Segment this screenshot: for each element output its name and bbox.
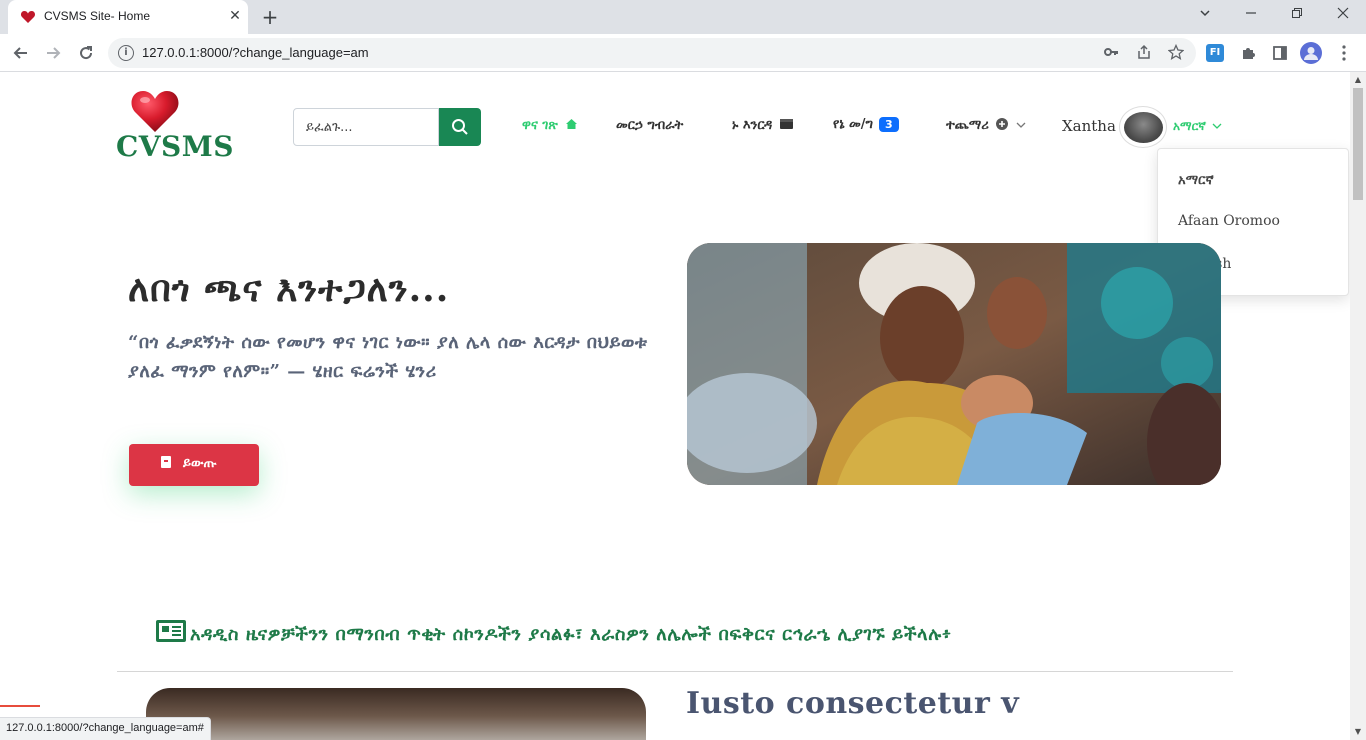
address-bar[interactable]: i 127.0.0.1:8000/?change_language=am bbox=[108, 38, 1196, 68]
key-icon[interactable] bbox=[1102, 44, 1120, 62]
home-icon bbox=[566, 119, 578, 129]
logo-text[interactable]: CVSMS bbox=[116, 130, 234, 163]
profile-icon[interactable] bbox=[1300, 42, 1322, 64]
heart-favicon-icon bbox=[20, 11, 36, 23]
language-option-amharic[interactable]: አማርኛ bbox=[1178, 173, 1214, 188]
page-scrollbar[interactable]: ▲ ▼ bbox=[1350, 72, 1366, 740]
hero-image bbox=[687, 243, 1221, 485]
messages-count-badge: 3 bbox=[879, 117, 899, 132]
browser-toolbar: i 127.0.0.1:8000/?change_language=am FI bbox=[0, 34, 1366, 72]
nav-add-label: ተጨማሪ bbox=[946, 118, 989, 133]
tab-close-icon[interactable]: ✕ bbox=[226, 7, 244, 25]
browser-tabstrip: CVSMS Site- Home ✕ + bbox=[0, 0, 1366, 34]
nav-messages[interactable]: የኔ መ/ግ 3 bbox=[833, 117, 899, 132]
nav-help-label: ኑ እንርዳ bbox=[732, 118, 773, 133]
tab-search-icon[interactable] bbox=[1182, 0, 1228, 30]
avatar[interactable] bbox=[1119, 106, 1167, 148]
star-icon[interactable] bbox=[1167, 43, 1185, 62]
chevron-down-icon bbox=[1212, 123, 1222, 129]
search-field[interactable] bbox=[293, 108, 439, 146]
search-button[interactable] bbox=[439, 108, 481, 146]
nav-add-dropdown[interactable]: ተጨማሪ bbox=[946, 118, 1026, 133]
site-info-icon[interactable]: i bbox=[118, 45, 134, 61]
sidepanel-icon[interactable] bbox=[1269, 42, 1291, 64]
new-tab-button[interactable]: + bbox=[258, 5, 282, 29]
hero-quote: “በጎ ፈቃደኝነት ሰው የመሆን ዋና ነገር ነው። ያለ ሌላ ሰው እ… bbox=[128, 332, 648, 382]
nav-services-label: መርኃ ግብራት bbox=[616, 118, 684, 133]
scroll-thumb[interactable] bbox=[1353, 88, 1363, 200]
news-card-title[interactable]: Iusto consectetur v bbox=[686, 686, 1019, 721]
scroll-down-icon[interactable]: ▼ bbox=[1350, 724, 1366, 740]
address-url[interactable]: 127.0.0.1:8000/?change_language=am bbox=[142, 45, 369, 60]
tab-title: CVSMS Site- Home bbox=[44, 9, 151, 23]
heart-logo-icon[interactable] bbox=[130, 88, 180, 134]
reload-icon[interactable] bbox=[73, 40, 99, 66]
browser-tab[interactable]: CVSMS Site- Home ✕ bbox=[8, 0, 248, 34]
nav-home[interactable]: ዋና ገጽ bbox=[522, 118, 578, 133]
search-icon bbox=[452, 119, 468, 135]
status-bar-url: 127.0.0.1:8000/?change_language=am# bbox=[0, 717, 211, 740]
share-icon[interactable] bbox=[1135, 44, 1153, 62]
exit-button[interactable]: ይውጡ bbox=[129, 444, 259, 486]
extension-icon[interactable]: FI bbox=[1204, 42, 1226, 64]
back-icon[interactable] bbox=[8, 40, 34, 66]
minimize-icon[interactable] bbox=[1228, 0, 1274, 30]
scroll-up-icon[interactable]: ▲ bbox=[1350, 72, 1366, 88]
exit-button-label: ይውጡ bbox=[183, 456, 217, 471]
news-headline-text: አዳዲስ ዜናዎቻችንን በማንበብ ጥቂት ሰኮንዶችን ያሳልፉ፣ እራስዎ… bbox=[190, 624, 952, 645]
news-card-image[interactable] bbox=[146, 688, 646, 740]
forward-icon[interactable] bbox=[40, 40, 66, 66]
nav-home-label: ዋና ገጽ bbox=[522, 118, 558, 133]
puzzle-icon[interactable] bbox=[1237, 42, 1259, 64]
restore-icon[interactable] bbox=[1274, 0, 1320, 30]
avatar-image bbox=[1124, 112, 1163, 143]
newspaper-icon bbox=[156, 620, 186, 642]
nav-messages-label: የኔ መ/ግ bbox=[833, 117, 874, 132]
section-divider bbox=[117, 671, 1233, 672]
hero-title: ለበጎ ጫና እንተጋለን... bbox=[128, 268, 450, 310]
news-headline: አዳዲስ ዜናዎቻችንን በማንበብ ጥቂት ሰኮንዶችን ያሳልፉ፣ እራስዎ… bbox=[156, 620, 952, 645]
chevron-down-icon bbox=[1016, 122, 1026, 128]
menu-icon[interactable] bbox=[1333, 42, 1355, 64]
nav-services[interactable]: መርኃ ግብራት bbox=[616, 118, 683, 133]
language-option-oromo[interactable]: Afaan Oromoo bbox=[1178, 213, 1280, 229]
language-current: አማርኛ bbox=[1173, 119, 1206, 133]
username[interactable]: Xantha bbox=[1062, 117, 1116, 135]
nav-help[interactable]: ኑ እንርዳ bbox=[732, 118, 793, 133]
box-icon bbox=[779, 119, 793, 129]
search-input[interactable] bbox=[306, 109, 436, 145]
door-exit-icon bbox=[161, 456, 171, 468]
window-close-icon[interactable] bbox=[1320, 0, 1366, 30]
language-dropdown-toggle[interactable]: አማርኛ bbox=[1173, 119, 1222, 134]
page-viewport: CVSMS ዋና ገጽ መርኃ ግብራት ኑ እንርዳ የኔ መ/ግ 3 ተጨማሪ… bbox=[0, 72, 1350, 740]
plus-circle-icon bbox=[996, 118, 1009, 130]
